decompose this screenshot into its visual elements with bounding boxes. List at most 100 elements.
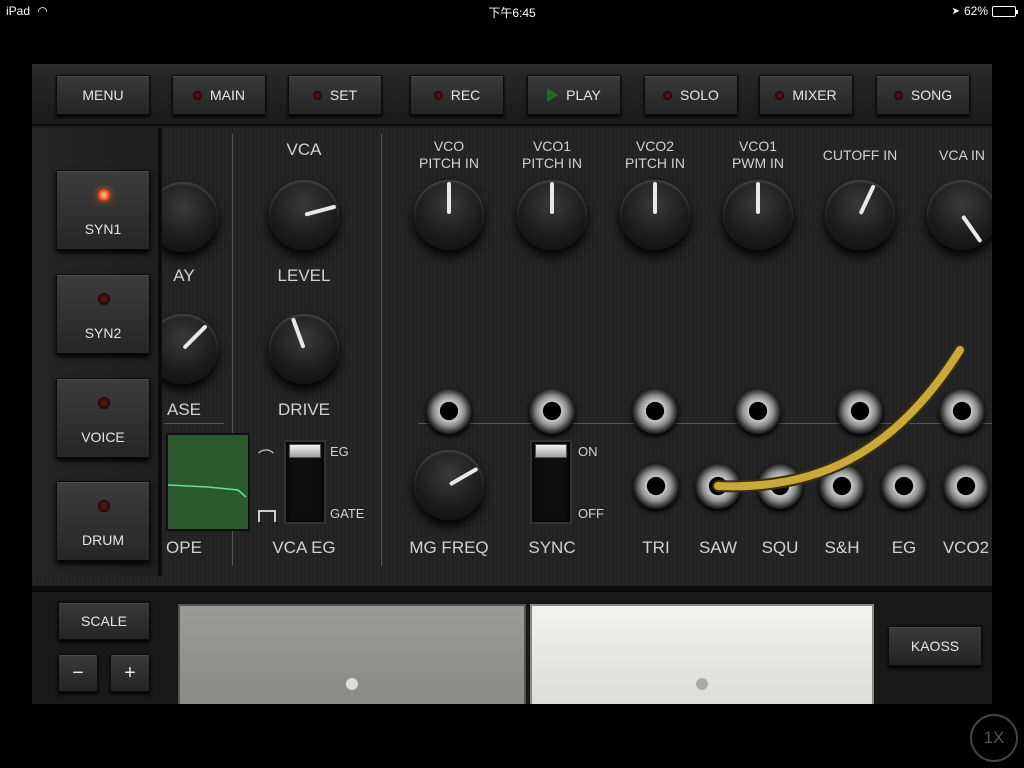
vca-level-knob[interactable]: [263, 174, 345, 256]
output-jack[interactable]: [695, 463, 741, 509]
input-label: VCA IN: [907, 147, 992, 164]
nav-button-label: SONG: [910, 87, 953, 103]
input-jack[interactable]: [735, 388, 781, 434]
led-indicator: [98, 397, 110, 409]
nav-menu-button[interactable]: MENU: [56, 75, 150, 115]
input-amount-knob[interactable]: [614, 174, 696, 256]
gate-label: GATE: [330, 506, 365, 521]
vca-eg-switch[interactable]: [284, 440, 326, 524]
output-jack[interactable]: [943, 463, 989, 509]
nav-button-label: REC: [450, 87, 481, 103]
level-label: LEVEL: [277, 266, 331, 285]
input-label-line2: PITCH IN: [522, 155, 582, 171]
input-jack[interactable]: [529, 388, 575, 434]
input-amount-knob[interactable]: [511, 174, 593, 256]
output-jack[interactable]: [757, 463, 803, 509]
select-syn1-button[interactable]: SYN1: [56, 170, 150, 250]
output-jack[interactable]: [819, 463, 865, 509]
input-label-line1: VCO1: [738, 138, 778, 154]
eg-label: EG: [330, 444, 349, 459]
output-label: S&H: [824, 538, 860, 557]
location-icon: ➤: [951, 5, 960, 17]
input-label: VCO2 PITCH IN: [600, 138, 710, 172]
output-label: SQU: [761, 538, 799, 557]
nav-solo-button[interactable]: SOLO: [644, 75, 738, 115]
input-jack[interactable]: [939, 388, 985, 434]
zoom-indicator[interactable]: 1X: [970, 714, 1018, 762]
nav-play-button[interactable]: PLAY: [527, 75, 621, 115]
sync-switch[interactable]: [530, 440, 572, 524]
output-label: SAW: [698, 538, 738, 557]
input-label-line1: VCO: [433, 138, 465, 154]
nav-button-label: MENU: [82, 87, 124, 103]
nav-button-label: MAIN: [210, 87, 245, 103]
input-amount-knob[interactable]: [921, 174, 992, 256]
battery-icon: [992, 5, 1018, 17]
input-label: VCO PITCH IN: [394, 138, 504, 172]
mg-freq-label: MG FREQ: [409, 538, 489, 557]
scope-trace: [168, 484, 247, 498]
nav-button-label: SOLO: [680, 87, 719, 103]
play-icon: [547, 88, 559, 102]
nav-button-label: SET: [329, 87, 358, 103]
led-indicator: [893, 90, 903, 100]
drive-knob[interactable]: [263, 308, 345, 390]
nav-rec-button[interactable]: REC: [410, 75, 504, 115]
side-button-label: SYN1: [84, 221, 122, 237]
led-indicator: [312, 90, 322, 100]
output-label: TRI: [642, 538, 670, 557]
led-indicator: [98, 293, 110, 305]
select-voice-button[interactable]: VOICE: [56, 378, 150, 458]
led-indicator: [775, 90, 785, 100]
side-button-label: DRUM: [82, 532, 124, 548]
sync-off-label: OFF: [578, 506, 604, 521]
input-amount-knob[interactable]: [717, 174, 799, 256]
input-label: CUTOFF IN: [805, 147, 915, 164]
clock: 下午6:45: [488, 6, 536, 20]
kaoss-pad-right[interactable]: [530, 604, 874, 704]
drive-label: DRIVE: [278, 400, 330, 419]
led-indicator: [98, 189, 110, 201]
section-divider: [418, 423, 992, 424]
output-label: VCO2: [942, 538, 990, 557]
output-jack[interactable]: [881, 463, 927, 509]
kaoss-button[interactable]: KAOSS: [888, 626, 982, 666]
section-divider: [164, 423, 224, 424]
nav-mixer-button[interactable]: MIXER: [759, 75, 853, 115]
scope-label: OPE: [166, 538, 202, 557]
select-drum-button[interactable]: DRUM: [56, 481, 150, 561]
vca-title: VCA: [286, 140, 322, 159]
vca-eg-label: VCA EG: [272, 538, 336, 557]
select-syn2-button[interactable]: SYN2: [56, 274, 150, 354]
plus-button[interactable]: +: [110, 654, 150, 692]
eg-shape-icon: ⌒: [258, 450, 275, 467]
input-jack[interactable]: [632, 388, 678, 434]
input-label-line1: VCA IN: [939, 147, 985, 163]
input-amount-knob[interactable]: [408, 174, 490, 256]
battery-percent: 62%: [963, 4, 988, 18]
synth-panel: AY ASE OPE VCA LEVEL DRIVE ⌒ EG GATE VCA…: [32, 128, 992, 586]
input-label-line1: VCO2: [635, 138, 675, 154]
nav-song-button[interactable]: SONG: [876, 75, 970, 115]
oscilloscope-display: [166, 433, 250, 531]
input-label-line2: PITCH IN: [419, 155, 479, 171]
side-button-label: VOICE: [81, 429, 125, 445]
input-label-line2: PWM IN: [731, 155, 785, 171]
mg-freq-knob[interactable]: [408, 444, 490, 526]
input-jack[interactable]: [426, 388, 472, 434]
input-jack[interactable]: [837, 388, 883, 434]
gate-shape-icon: [258, 510, 276, 522]
minus-button[interactable]: −: [58, 654, 98, 692]
delay-label: AY: [173, 266, 195, 285]
input-amount-knob[interactable]: [819, 174, 901, 256]
scale-button[interactable]: SCALE: [58, 602, 150, 640]
input-label: VCO1 PITCH IN: [497, 138, 607, 172]
nav-set-button[interactable]: SET: [288, 75, 382, 115]
input-label-line1: VCO1: [532, 138, 572, 154]
led-indicator: [193, 90, 202, 100]
output-jack[interactable]: [633, 463, 679, 509]
kaoss-pad-left[interactable]: [178, 604, 526, 704]
output-label: EG: [891, 538, 917, 557]
nav-main-button[interactable]: MAIN: [172, 75, 266, 115]
side-button-label: SYN2: [84, 325, 122, 341]
